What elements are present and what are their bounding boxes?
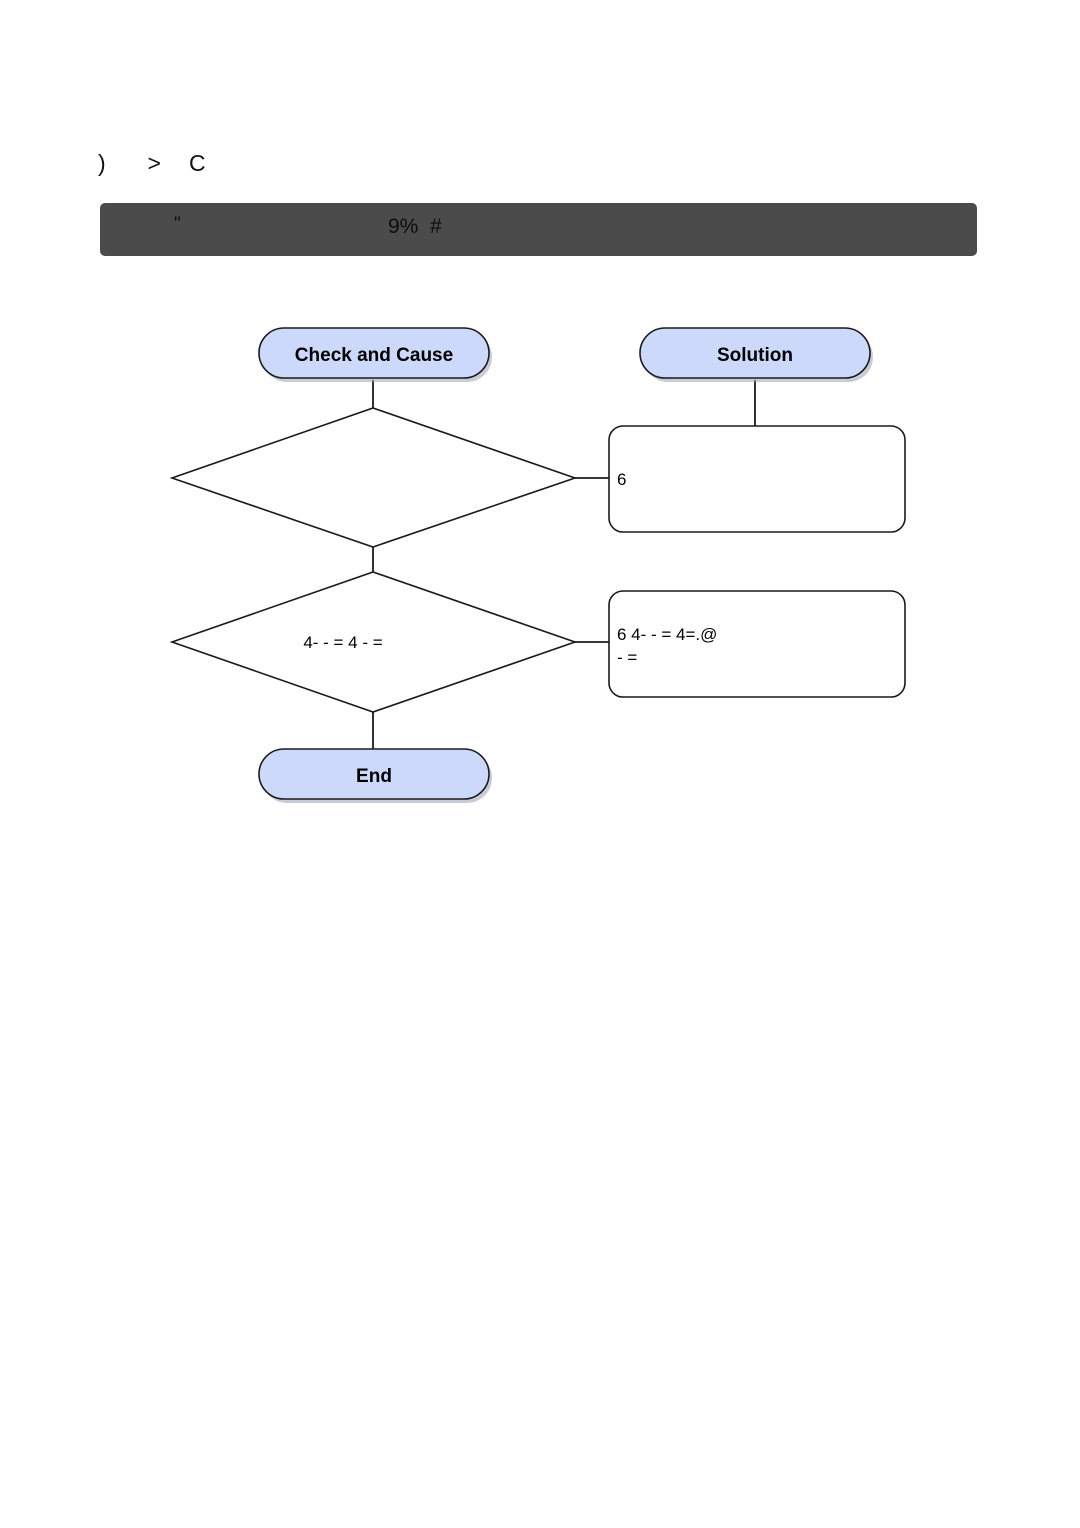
node-solution-header[interactable]: Solution: [639, 327, 873, 382]
node-label: End: [356, 766, 392, 787]
title-bar-center-text: 9% #: [388, 215, 442, 238]
node-check-and-cause-header[interactable]: Check and Cause: [258, 327, 492, 382]
node-decision-1[interactable]: [169, 407, 578, 548]
node-label-line-1: 6 4- - = 4=.@: [617, 625, 717, 644]
document-page: ) > C " 9% # Check and Cause Solution 6 …: [0, 0, 1080, 1528]
node-decision-2[interactable]: 4- - = 4 - =: [169, 571, 578, 713]
decision-shape: [169, 407, 578, 548]
node-label: Solution: [717, 345, 793, 366]
process-shape: [608, 425, 906, 533]
node-solution-box-1[interactable]: 6: [608, 425, 906, 533]
node-label-line-2: - =: [617, 648, 637, 667]
node-label: 4- - = 4 - =: [303, 633, 382, 652]
process-shape: [608, 590, 906, 698]
title-bar-left-text: ": [174, 214, 181, 235]
title-bar: " 9% #: [100, 203, 977, 256]
node-label: Check and Cause: [295, 345, 453, 366]
node-end[interactable]: End: [258, 748, 492, 803]
breadcrumb: ) > C: [98, 150, 207, 176]
node-label-line-1: 6: [617, 470, 626, 489]
node-solution-box-2[interactable]: 6 4- - = 4=.@ - =: [608, 590, 906, 698]
